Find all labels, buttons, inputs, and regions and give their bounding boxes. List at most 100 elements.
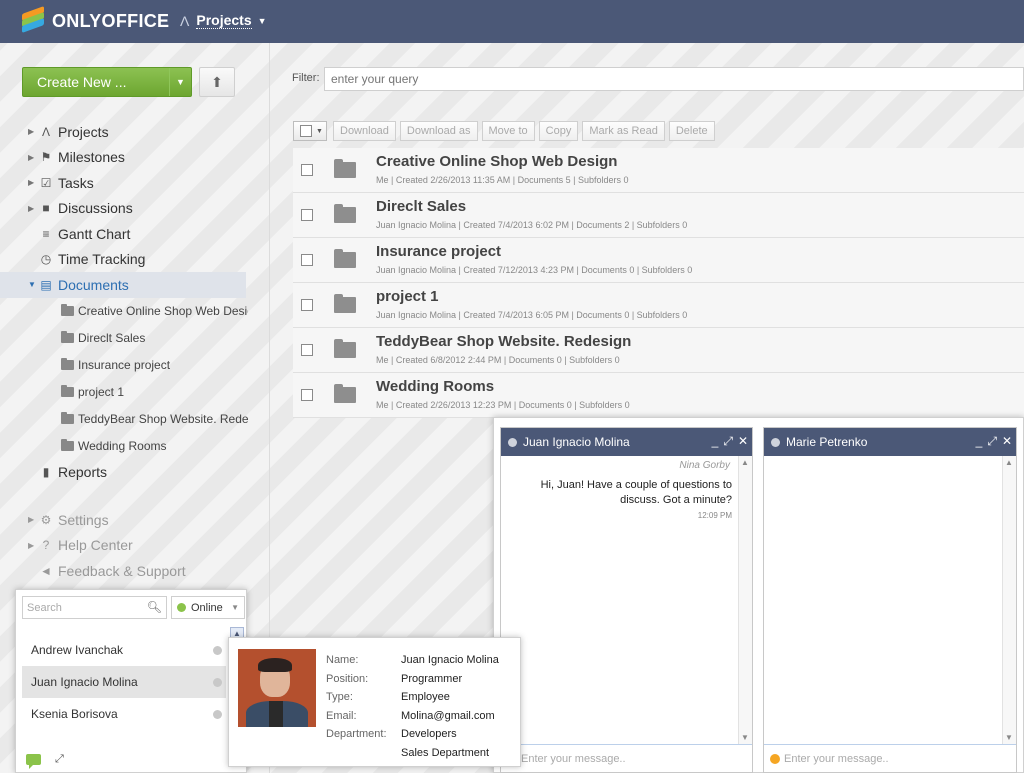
collapse-icon[interactable]: ▼ xyxy=(28,280,36,289)
scroll-down-icon[interactable]: ▼ xyxy=(1005,733,1013,742)
sidebar-folder-item[interactable]: TeddyBear Shop Website. Redes xyxy=(0,406,270,433)
folder-title[interactable]: TeddyBear Shop Website. Redesign xyxy=(376,333,631,350)
sidebar-item-help-center[interactable]: ▶ ? Help Center xyxy=(0,533,270,559)
row-checkbox[interactable] xyxy=(301,164,313,176)
folder-title[interactable]: project 1 xyxy=(376,288,439,305)
expand-icon[interactable]: ▶ xyxy=(28,515,34,524)
scrollbar[interactable]: ▲ ▼ xyxy=(738,456,752,744)
folder-title[interactable]: Insurance project xyxy=(376,243,501,260)
delete-button[interactable]: Delete xyxy=(668,121,715,141)
documents-icon: ▤ xyxy=(40,277,52,292)
folder-title[interactable]: Creative Online Shop Web Design xyxy=(376,153,617,170)
close-icon[interactable]: ✕ xyxy=(1002,434,1012,449)
upload-button[interactable]: ⬆ xyxy=(199,67,235,97)
expand-icon[interactable]: ▶ xyxy=(28,127,34,136)
sidebar-item-gantt-chart[interactable]: ≡ Gantt Chart xyxy=(0,221,270,247)
list-item[interactable]: project 1 Juan Ignacio Molina | Created … xyxy=(293,283,1024,328)
expand-icon[interactable]: ▶ xyxy=(28,541,34,550)
gear-icon: ⚙ xyxy=(40,512,52,527)
megaphone-icon: ◄ xyxy=(40,563,52,578)
flag-icon: ⚑ xyxy=(40,150,52,165)
status-dot-icon xyxy=(213,677,222,687)
row-checkbox[interactable] xyxy=(301,344,313,356)
message-time: 12:09 PM xyxy=(697,511,732,520)
scroll-up-icon[interactable]: ▲ xyxy=(1005,458,1013,467)
sidebar-folder-item[interactable]: project 1 xyxy=(0,379,270,406)
sidebar-item-tasks[interactable]: ▶ ☑ Tasks xyxy=(0,170,270,196)
contacts-list: Andrew Ivanchak Juan Ignacio Molina Ksen… xyxy=(22,634,226,730)
list-item[interactable]: TeddyBear Shop Website. Redesign Me | Cr… xyxy=(293,328,1024,373)
copy-button[interactable]: Copy xyxy=(538,121,579,141)
search-icon[interactable]: 🔍︎ xyxy=(147,600,162,614)
contact-item[interactable]: Juan Ignacio Molina xyxy=(22,666,226,698)
maximize-icon[interactable]: ⤢ xyxy=(987,434,997,449)
chat-header[interactable]: Marie Petrenko _ ⤢ ✕ xyxy=(764,428,1016,456)
expand-icon[interactable]: ⤢ xyxy=(55,753,64,766)
chevron-down-icon: ▼ xyxy=(316,127,323,135)
chat-header[interactable]: Juan Ignacio Molina _ ⤢ ✕ xyxy=(501,428,752,456)
sidebar-item-settings[interactable]: ▶ ⚙ Settings xyxy=(0,507,270,533)
status-dot-icon xyxy=(213,709,222,719)
status-select[interactable]: Online ▼ xyxy=(171,596,245,619)
create-new-button[interactable]: Create New ... ▼ xyxy=(22,67,192,97)
folder-meta: Juan Ignacio Molina | Created 7/4/2013 6… xyxy=(376,310,688,320)
row-checkbox[interactable] xyxy=(301,254,313,266)
row-checkbox[interactable] xyxy=(301,209,313,221)
smiley-icon[interactable] xyxy=(770,754,780,764)
onlyoffice-logo-icon xyxy=(22,5,44,34)
row-checkbox[interactable] xyxy=(301,299,313,311)
projects-icon: Λ xyxy=(180,12,190,29)
scroll-down-icon[interactable]: ▼ xyxy=(741,733,749,742)
mark-as-read-button[interactable]: Mark as Read xyxy=(582,121,665,141)
profile-row: Name: Juan Ignacio Molina xyxy=(326,654,499,666)
sidebar-item-milestones[interactable]: ▶ ⚑ Milestones xyxy=(0,145,270,171)
maximize-icon[interactable]: ⤢ xyxy=(723,434,733,449)
scroll-up-icon[interactable]: ▲ xyxy=(741,458,749,467)
minimize-icon[interactable]: _ xyxy=(712,434,719,449)
list-item[interactable]: Wedding Rooms Me | Created 2/26/2013 12:… xyxy=(293,373,1024,418)
sidebar-item-feedback[interactable]: ◄ Feedback & Support xyxy=(0,558,270,584)
sidebar-folder-item[interactable]: Creative Online Shop Web Desig xyxy=(0,298,270,325)
upload-icon: ⬆ xyxy=(211,73,223,90)
help-icon: ? xyxy=(42,538,50,553)
folder-icon xyxy=(334,294,356,313)
folder-title[interactable]: Wedding Rooms xyxy=(376,378,494,395)
expand-icon[interactable]: ▶ xyxy=(28,153,34,162)
sidebar-item-time-tracking[interactable]: ◷ Time Tracking xyxy=(0,247,270,273)
contact-item[interactable]: Ksenia Borisova xyxy=(22,698,226,730)
status-dot-icon xyxy=(508,437,517,447)
move-to-button[interactable]: Move to xyxy=(481,121,535,141)
message-input[interactable]: Enter your message.. xyxy=(764,744,1016,772)
download-button[interactable]: Download xyxy=(333,121,396,141)
sidebar-item-projects[interactable]: ▶ Λ Projects xyxy=(0,119,270,145)
contact-item[interactable]: Andrew Ivanchak xyxy=(22,634,226,666)
expand-icon[interactable]: ▶ xyxy=(28,204,34,213)
list-item[interactable]: Creative Online Shop Web Design Me | Cre… xyxy=(293,148,1024,193)
status-dot-icon xyxy=(771,437,780,447)
sidebar-item-documents[interactable]: ▼ ▤ Documents xyxy=(0,272,246,298)
scrollbar[interactable]: ▲ ▼ xyxy=(1002,456,1016,744)
close-icon[interactable]: ✕ xyxy=(738,434,748,449)
chevron-down-icon[interactable]: ▼ xyxy=(169,68,191,96)
chat-icon[interactable] xyxy=(26,753,41,769)
minimize-icon[interactable]: _ xyxy=(976,434,983,449)
list-item[interactable]: Insurance project Juan Ignacio Molina | … xyxy=(293,238,1024,283)
row-checkbox[interactable] xyxy=(301,389,313,401)
select-all-checkbox[interactable]: ▼ xyxy=(293,121,327,141)
sidebar-folder-item[interactable]: Insurance project xyxy=(0,352,270,379)
sidebar-folder-item[interactable]: Wedding Rooms xyxy=(0,433,270,460)
filter-input[interactable] xyxy=(324,67,1024,91)
contact-search-input[interactable]: Search 🔍︎ xyxy=(22,596,167,619)
sidebar-folder-item[interactable]: Direclt Sales xyxy=(0,325,270,352)
download-as-button[interactable]: Download as xyxy=(399,121,478,141)
expand-icon[interactable]: ▶ xyxy=(28,178,34,187)
message-input[interactable]: Enter your message.. xyxy=(501,744,752,772)
projects-icon: Λ xyxy=(41,124,50,139)
logo[interactable]: ONLYOFFICE xyxy=(22,5,169,34)
list-item[interactable]: Direclt Sales Juan Ignacio Molina | Crea… xyxy=(293,193,1024,238)
product-switcher[interactable]: Λ Projects ▼ xyxy=(180,12,267,29)
gantt-icon: ≡ xyxy=(42,226,50,241)
folder-title[interactable]: Direclt Sales xyxy=(376,198,466,215)
sidebar-item-discussions[interactable]: ▶ ■ Discussions xyxy=(0,196,270,222)
sidebar-item-reports[interactable]: ▮ Reports xyxy=(0,460,270,486)
